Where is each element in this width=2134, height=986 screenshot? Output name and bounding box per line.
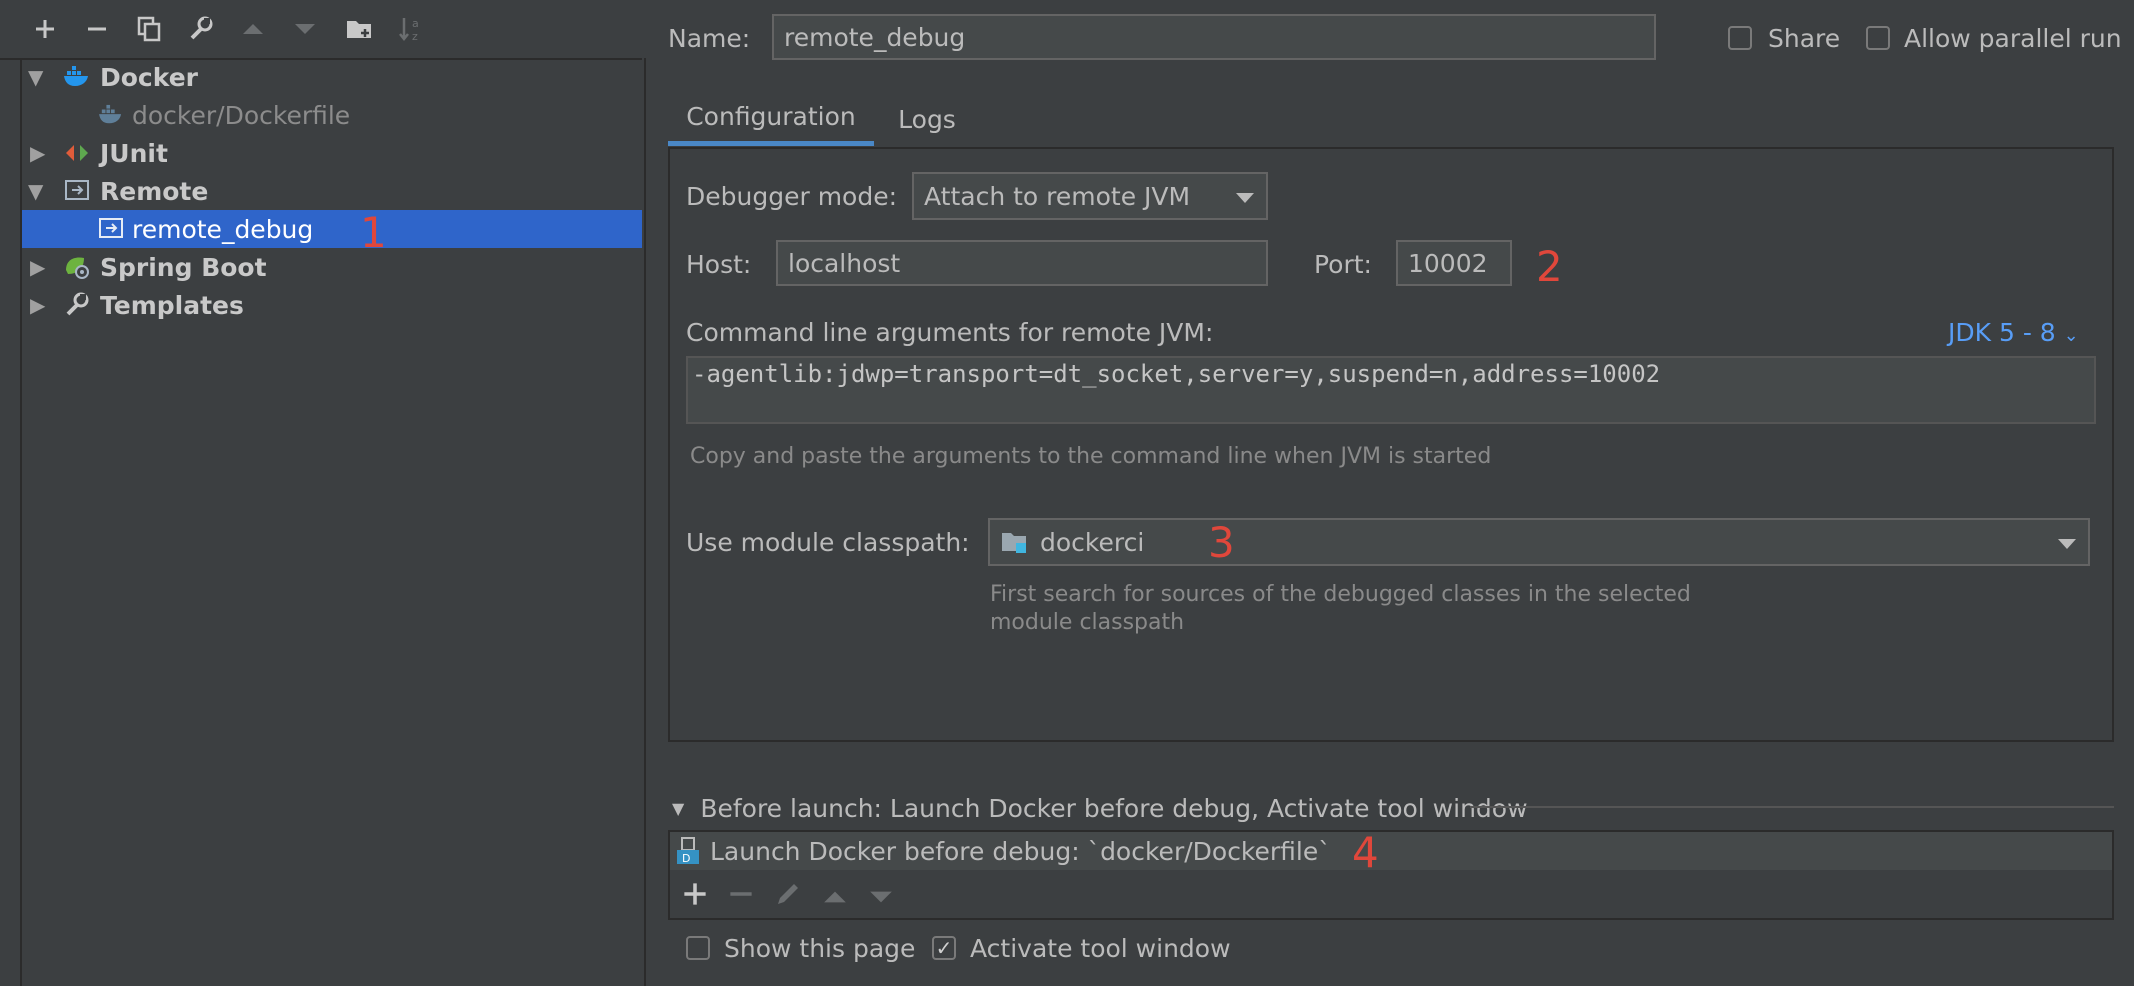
configurations-panel: az ▼ Docker docker/Dockerfile ▶ JUnit ▼ … — [0, 0, 646, 986]
chevron-down-icon — [1236, 193, 1254, 203]
checkmark-icon: ✓ — [935, 936, 953, 960]
wrench-icon — [62, 290, 92, 320]
docker-icon — [62, 62, 92, 92]
debugger-mode-select[interactable]: Attach to remote JVM — [912, 172, 1268, 220]
jdk-version-label: JDK 5 - 8 — [1948, 318, 2056, 347]
jdk-version-link[interactable]: JDK 5 - 8 ⌄ — [1948, 318, 2079, 347]
module-classpath-label: Use module classpath: — [686, 528, 970, 557]
tree-item-dockerfile[interactable]: docker/Dockerfile — [22, 96, 644, 134]
tree-item-label: Templates — [100, 290, 244, 320]
share-checkbox[interactable] — [1728, 26, 1752, 50]
chevron-right-icon[interactable]: ▶ — [30, 286, 45, 324]
svg-text:a: a — [412, 17, 419, 30]
chevron-down-icon[interactable]: ▼ — [28, 172, 43, 210]
annotation-number: 3 — [1208, 518, 1235, 567]
copy-icon[interactable] — [132, 12, 166, 46]
activate-tool-window-checkbox[interactable]: ✓ — [932, 936, 956, 960]
allow-parallel-run-checkbox[interactable] — [1866, 26, 1890, 50]
tree-item-label: docker/Dockerfile — [132, 100, 351, 130]
arrow-down-icon[interactable] — [288, 12, 322, 46]
tree-item-label: JUnit — [100, 138, 168, 168]
port-label: Port: — [1314, 250, 1372, 279]
debugger-mode-value: Attach to remote JVM — [924, 181, 1191, 211]
tree-item-docker[interactable]: ▼ Docker — [22, 58, 644, 96]
chevron-down-icon — [2058, 539, 2076, 549]
plus-icon[interactable] — [28, 12, 62, 46]
command-line-text[interactable]: -agentlib:jdwp=transport=dt_socket,serve… — [686, 356, 2096, 424]
module-classpath-help-line2: module classpath — [990, 610, 1185, 635]
chevron-right-icon[interactable]: ▶ — [30, 134, 45, 172]
tab-logs[interactable]: Logs — [874, 92, 980, 146]
before-launch-toggle[interactable]: ▼ Before launch: Launch Docker before de… — [672, 794, 1528, 823]
chevron-down-icon: ⌄ — [2063, 325, 2079, 346]
chevron-right-icon[interactable]: ▶ — [30, 248, 45, 286]
arrow-up-icon[interactable] — [822, 883, 848, 912]
debugger-mode-label: Debugger mode: — [686, 182, 898, 211]
edit-icon[interactable] — [774, 880, 802, 914]
tree-item-spring-boot[interactable]: ▶ Spring Boot — [22, 248, 644, 286]
chevron-down-icon: ▼ — [672, 799, 685, 818]
module-classpath-help-line1: First search for sources of the debugged… — [990, 582, 1691, 607]
minus-icon[interactable] — [80, 12, 114, 46]
before-launch-task[interactable]: D Launch Docker before debug: `docker/Do… — [670, 832, 2112, 870]
name-input[interactable]: remote_debug — [772, 14, 1656, 60]
before-launch-task-label: Launch Docker before debug: `docker/Dock… — [710, 836, 1331, 866]
tab-label: Logs — [898, 104, 956, 134]
tree-item-remote-debug[interactable]: remote_debug — [22, 210, 642, 248]
annotation-number: 2 — [1536, 242, 1563, 291]
section-divider — [1470, 806, 2114, 808]
tree-item-remote[interactable]: ▼ Remote — [22, 172, 644, 210]
tree-item-label: Remote — [100, 176, 209, 206]
annotation-number: 4 — [1352, 828, 1379, 877]
svg-text:z: z — [412, 30, 418, 43]
show-this-page-label: Show this page — [724, 934, 916, 963]
arrow-down-icon[interactable] — [868, 883, 894, 912]
docker-task-icon: D — [674, 836, 702, 866]
share-label: Share — [1768, 24, 1841, 53]
activate-tool-window-label: Activate tool window — [970, 934, 1231, 963]
tree-item-label: Spring Boot — [100, 252, 267, 282]
docker-icon — [96, 100, 126, 130]
new-folder-icon[interactable] — [342, 12, 376, 46]
tab-label: Configuration — [686, 102, 856, 131]
spring-boot-icon — [62, 252, 92, 282]
sort-icon[interactable]: az — [394, 12, 428, 46]
tab-configuration[interactable]: Configuration — [668, 92, 874, 146]
svg-text:D: D — [682, 852, 690, 865]
before-launch-toolbar — [682, 880, 894, 914]
minus-icon[interactable] — [728, 881, 754, 913]
tree-item-label: remote_debug — [132, 214, 314, 244]
host-input[interactable]: localhost — [776, 240, 1268, 286]
tree-item-junit[interactable]: ▶ JUnit — [22, 134, 644, 172]
configurations-toolbar: az — [0, 0, 642, 60]
arrow-up-icon[interactable] — [236, 12, 270, 46]
port-input[interactable]: 10002 — [1396, 240, 1512, 286]
allow-parallel-run-label: Allow parallel run — [1904, 24, 2122, 53]
module-classpath-select[interactable]: dockerci — [988, 518, 2090, 566]
show-this-page-checkbox[interactable] — [686, 936, 710, 960]
before-launch-title: Before launch: Launch Docker before debu… — [700, 794, 1528, 823]
name-label: Name: — [668, 24, 751, 53]
tree-item-label: Docker — [100, 62, 198, 92]
remote-debug-icon — [96, 214, 126, 244]
host-label: Host: — [686, 250, 752, 279]
chevron-down-icon[interactable]: ▼ — [28, 58, 43, 96]
wrench-icon[interactable] — [184, 12, 218, 46]
plus-icon[interactable] — [682, 881, 708, 913]
junit-icon — [62, 138, 92, 168]
command-line-label: Command line arguments for remote JVM: — [686, 318, 1214, 347]
tree-item-templates[interactable]: ▶ Templates — [22, 286, 644, 324]
module-classpath-value: dockerci — [1040, 527, 1145, 557]
command-line-help: Copy and paste the arguments to the comm… — [690, 444, 1492, 469]
remote-debug-icon — [62, 176, 92, 206]
module-folder-icon — [1000, 529, 1030, 555]
